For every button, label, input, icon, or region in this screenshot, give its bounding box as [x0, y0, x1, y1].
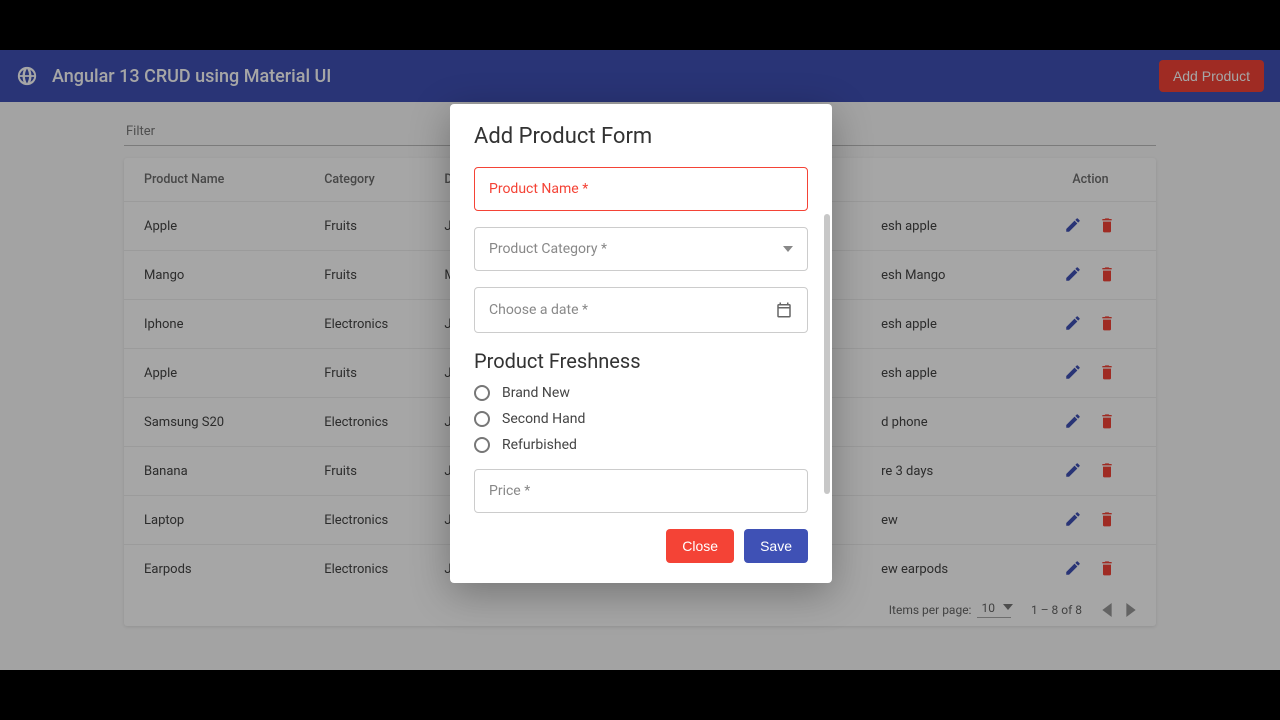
calendar-icon[interactable] — [775, 301, 793, 319]
radio-brand-new[interactable]: Brand New — [474, 385, 808, 401]
freshness-section-title: Product Freshness — [474, 349, 808, 373]
dialog-title: Add Product Form — [474, 124, 808, 149]
price-field[interactable]: Price * — [474, 469, 808, 513]
radio-second-hand[interactable]: Second Hand — [474, 411, 808, 427]
product-category-select[interactable]: Product Category * — [474, 227, 808, 271]
dialog-scrollbar[interactable] — [824, 214, 830, 604]
chevron-down-icon — [783, 246, 793, 252]
date-field[interactable]: Choose a date * — [474, 287, 808, 333]
radio-refurbished[interactable]: Refurbished — [474, 437, 808, 453]
radio-icon — [474, 437, 490, 453]
product-name-field[interactable]: Product Name * — [474, 167, 808, 211]
dialog-close-button[interactable]: Close — [666, 529, 734, 563]
dialog-save-button[interactable]: Save — [744, 529, 808, 563]
radio-icon — [474, 411, 490, 427]
radio-icon — [474, 385, 490, 401]
add-product-dialog: Add Product Form Product Name * Product … — [450, 104, 832, 583]
